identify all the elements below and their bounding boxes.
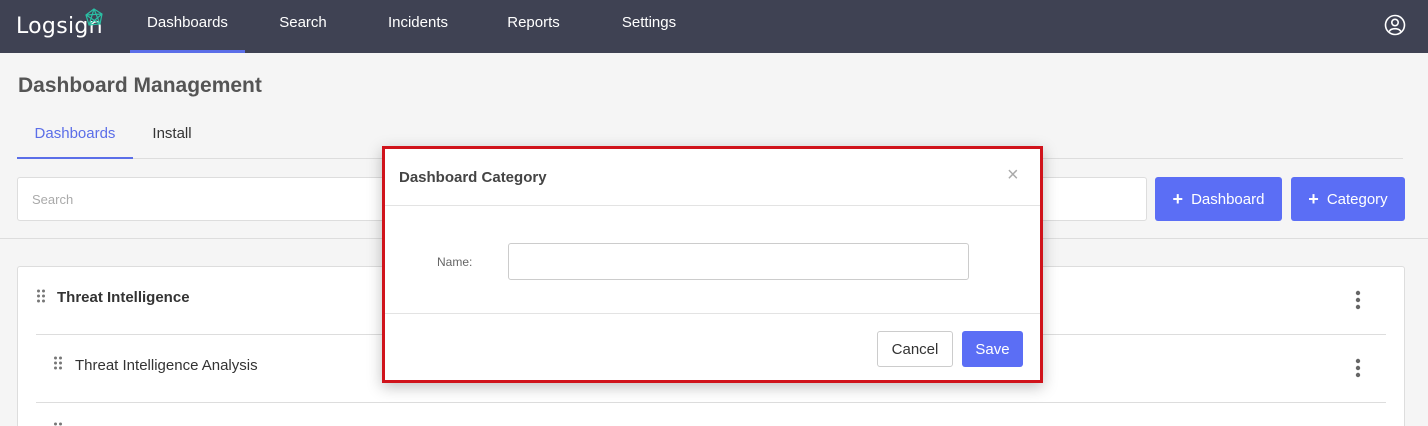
row-divider xyxy=(36,402,1386,403)
kebab-menu-icon[interactable] xyxy=(1355,290,1361,310)
plus-icon: + xyxy=(1308,189,1319,209)
modal-title: Dashboard Category xyxy=(399,169,547,186)
top-navbar: Logsign Dashboards Search Incidents Repo… xyxy=(0,0,1428,53)
add-dashboard-label: Dashboard xyxy=(1191,190,1265,208)
add-dashboard-button[interactable]: + Dashboard xyxy=(1155,177,1282,221)
category-title[interactable]: Threat Intelligence xyxy=(57,289,190,306)
drag-handle-icon[interactable] xyxy=(36,289,46,303)
nav-reports[interactable]: Reports xyxy=(500,0,567,53)
drag-handle-icon[interactable] xyxy=(53,356,63,370)
add-category-label: Category xyxy=(1326,190,1388,208)
tab-dashboards[interactable]: Dashboards xyxy=(17,112,133,159)
name-label: Name: xyxy=(437,255,473,269)
logo[interactable]: Logsign xyxy=(16,8,106,40)
dashboard-category-modal: Dashboard Category × Name: Cancel Save xyxy=(382,146,1043,383)
modal-divider xyxy=(385,313,1040,314)
user-circle-icon[interactable] xyxy=(1384,14,1406,36)
nav-settings[interactable]: Settings xyxy=(613,0,685,53)
name-input[interactable] xyxy=(508,243,969,280)
close-icon[interactable]: × xyxy=(1007,165,1019,185)
nav-search[interactable]: Search xyxy=(270,0,336,53)
logo-network-icon xyxy=(85,8,103,26)
cancel-button[interactable]: Cancel xyxy=(877,331,953,367)
page-title: Dashboard Management xyxy=(18,74,262,97)
modal-divider xyxy=(385,205,1040,206)
plus-icon: + xyxy=(1172,189,1184,209)
save-button[interactable]: Save xyxy=(962,331,1023,367)
add-category-button[interactable]: + Category xyxy=(1291,177,1405,221)
nav-dashboards[interactable]: Dashboards xyxy=(130,0,245,53)
nav-incidents[interactable]: Incidents xyxy=(380,0,456,53)
kebab-menu-icon[interactable] xyxy=(1355,358,1361,378)
drag-handle-icon[interactable] xyxy=(53,422,63,426)
tab-install[interactable]: Install xyxy=(145,112,199,159)
dashboard-title[interactable]: Threat Intelligence Analysis xyxy=(75,357,258,374)
